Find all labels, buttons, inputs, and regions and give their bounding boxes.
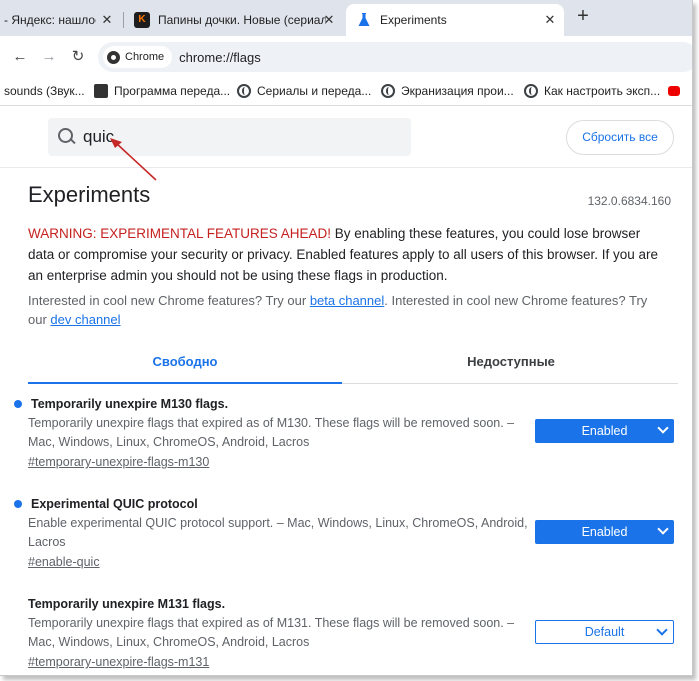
bookmark-item[interactable] [668,86,686,96]
tab-title: - Яндекс: нашлось [4,13,96,27]
flag-state-select[interactable]: Enabled [535,520,674,544]
chrome-icon [107,50,120,64]
tab-title: Папины дочки. Новые (сериал [158,13,326,27]
tab-available[interactable]: Свободно [28,344,342,384]
bookmark-item[interactable]: Как настроить эксп... [524,84,660,98]
bookmark-label: Программа переда... [114,84,231,98]
close-icon[interactable]: ✕ [99,12,115,28]
tab-strip: - Яндекс: нашлось ✕ K Папины дочки. Новы… [0,0,692,36]
bookmark-label: Сериалы и переда... [257,84,372,98]
reload-button[interactable]: ↻ [69,48,87,66]
flag-title: Experimental QUIC protocol [31,497,198,511]
modified-indicator [14,400,22,408]
close-icon[interactable]: ✕ [542,12,558,28]
modified-indicator [14,500,22,508]
page-title: Experiments [28,182,151,207]
dev-channel-link[interactable]: dev channel [50,312,120,327]
tab-title: Experiments [380,13,447,27]
warning-heading: WARNING: EXPERIMENTAL FEATURES AHEAD! [28,226,332,241]
address-bar[interactable]: Chrome chrome://flags [98,42,692,72]
chevron-down-icon [657,422,669,434]
bookmarks-bar: sounds (Звук... Программа переда... Сери… [0,77,692,106]
bookmark-item[interactable]: sounds (Звук... [4,84,85,98]
flag-anchor-link[interactable]: #enable-quic [28,555,100,569]
channel-promo: Interested in cool new Chrome features? … [28,291,668,329]
flag-title: Temporarily unexpire M130 flags. [31,397,229,411]
flag-description: Temporarily unexpire flags that expired … [28,616,515,649]
select-value: Default [584,625,625,639]
flag-state-select[interactable]: Enabled [535,419,674,443]
chevron-down-icon [656,624,668,636]
select-value: Enabled [581,424,628,438]
header-divider [0,167,692,168]
flag-state-select[interactable]: Default [535,620,674,644]
beta-channel-link[interactable]: beta channel [310,293,384,308]
search-icon [58,128,76,146]
bookmark-label: Как настроить эксп... [544,84,661,98]
toolbar: ← → ↻ Chrome chrome://flags [0,36,692,77]
bookmark-item[interactable]: Сериалы и переда... [237,84,371,98]
tab-experiments[interactable]: Experiments ✕ [346,4,564,36]
tab-yandex[interactable]: - Яндекс: нашлось ✕ [0,4,121,36]
back-button[interactable]: ← [11,48,29,66]
new-tab-button[interactable]: + [573,6,593,27]
select-value: Enabled [581,525,628,539]
close-icon[interactable]: ✕ [321,12,337,28]
globe-icon [381,84,395,98]
globe-icon [524,84,538,98]
browser-window: - Яндекс: нашлось ✕ K Папины дочки. Новы… [0,0,693,676]
flag-description: Temporarily unexpire flags that expired … [28,416,515,449]
site-info-chip[interactable]: Chrome [103,46,173,68]
tab-unavailable[interactable]: Недоступные [354,344,668,384]
youtube-icon [668,86,680,96]
bookmark-label: sounds (Звук... [4,84,85,98]
tab-separator [123,12,124,28]
flask-icon [356,12,372,28]
url-text[interactable]: chrome://flags [179,50,261,65]
flag-anchor-link[interactable]: #temporary-unexpire-flags-m131 [28,655,209,669]
flag-title: Temporarily unexpire M131 flags. [28,597,226,611]
annotation-arrow [110,138,157,181]
bookmark-item[interactable]: Программа переда... [94,84,230,98]
globe-icon [237,84,251,98]
bookmark-label: Экранизация прои... [401,84,514,98]
forward-button[interactable]: → [40,48,58,66]
flag-anchor-link[interactable]: #temporary-unexpire-flags-m130 [28,455,209,469]
kinopoisk-icon: K [134,12,150,28]
filter-tabs: Свободно Недоступные [28,344,678,384]
bookmark-item[interactable]: Экранизация прои... [381,84,514,98]
warning-text: WARNING: EXPERIMENTAL FEATURES AHEAD! By… [28,223,668,286]
tab-kinopoisk[interactable]: K Папины дочки. Новые (сериал ✕ [126,4,343,36]
chevron-down-icon [657,523,669,535]
flag-description: Enable experimental QUIC protocol suppor… [28,516,528,549]
search-box[interactable] [48,118,411,156]
chip-label: Chrome [125,51,165,63]
version-label: 132.0.6834.160 [587,194,671,208]
reset-all-button[interactable]: Сбросить все [566,120,674,155]
tv-icon [94,84,108,98]
promo-text: Interested in cool new Chrome features? … [28,293,310,308]
